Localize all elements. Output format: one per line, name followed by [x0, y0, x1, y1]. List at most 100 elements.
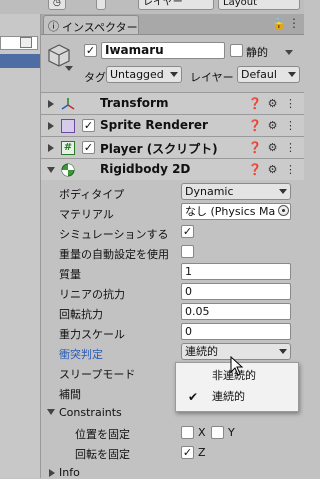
- layers-dropdown[interactable]: レイヤー: [138, 0, 214, 10]
- more-options-icon[interactable]: ⋮: [284, 163, 297, 176]
- object-picker-icon[interactable]: [278, 205, 289, 216]
- more-options-icon[interactable]: ⋮: [284, 141, 297, 154]
- tag-dropdown-value: Untagged: [110, 68, 164, 81]
- info-foldout-label: Info: [59, 466, 80, 479]
- freeze-position-x-checkbox[interactable]: [181, 426, 194, 439]
- body-type-dropdown[interactable]: Dynamic: [181, 183, 291, 200]
- tab-inspector[interactable]: ⓘ インスペクター: [43, 15, 139, 34]
- simulated-label: シミュレーションする: [59, 228, 169, 241]
- gravity-scale-value: 0: [185, 325, 192, 338]
- tag-dropdown[interactable]: Untagged: [106, 66, 182, 83]
- more-options-icon[interactable]: ⋮: [288, 16, 300, 30]
- more-options-icon[interactable]: ⋮: [284, 97, 297, 110]
- chevron-down-icon: [288, 72, 296, 77]
- info-icon: ⓘ: [48, 20, 59, 33]
- layer-dropdown[interactable]: Defaul: [237, 66, 300, 83]
- presets-icon[interactable]: ⚙: [266, 97, 279, 110]
- auto-mass-checkbox[interactable]: [181, 245, 194, 258]
- expand-arrow-icon[interactable]: [48, 144, 54, 152]
- help-icon[interactable]: ❓: [248, 141, 262, 154]
- sleep-mode-label: スリープモード: [59, 368, 136, 381]
- script-icon: #: [61, 141, 75, 155]
- material-object-field[interactable]: なし (Physics Ma: [181, 203, 291, 220]
- presets-icon[interactable]: ⚙: [266, 141, 279, 154]
- body-type-value: Dynamic: [185, 185, 234, 198]
- component-title: Transform: [100, 96, 169, 110]
- tag-label: タグ: [84, 71, 106, 84]
- lock-icon[interactable]: 🔒: [272, 17, 286, 30]
- component-player-script-header[interactable]: # ✓ Player (スクリプト) ❓ ⚙ ⋮: [41, 136, 304, 158]
- collision-detection-value: 連続的: [185, 345, 218, 358]
- object-name-field[interactable]: Iwamaru: [101, 42, 225, 59]
- collapse-arrow-icon[interactable]: [47, 167, 55, 173]
- interpolate-label: 補間: [59, 388, 81, 401]
- component-header-icons: ❓ ⚙ ⋮: [248, 163, 298, 177]
- component-transform-header[interactable]: Transform ❓ ⚙ ⋮: [41, 92, 304, 114]
- info-expand-arrow-icon[interactable]: [49, 469, 55, 477]
- hierarchy-selected-row[interactable]: [0, 54, 40, 68]
- angular-drag-value: 0.05: [185, 305, 210, 318]
- angular-drag-field[interactable]: 0.05: [181, 303, 291, 320]
- material-value: なし (Physics Ma: [185, 205, 276, 218]
- object-name-value: Iwamaru: [105, 43, 164, 57]
- simulated-checkbox[interactable]: ✓: [181, 225, 194, 238]
- popup-option-label: 連続的: [212, 390, 245, 403]
- material-label: マテリアル: [59, 208, 114, 221]
- hierarchy-search-field[interactable]: [0, 36, 38, 50]
- presets-icon[interactable]: ⚙: [266, 163, 279, 176]
- chevron-down-icon: [170, 72, 178, 77]
- selected-check-icon: ✔: [188, 390, 199, 404]
- freeze-rotation-label: 回転を固定: [75, 448, 130, 461]
- layout-dropdown[interactable]: Layout: [218, 0, 300, 10]
- rigidbody-icon: [61, 163, 75, 177]
- presets-icon[interactable]: ⚙: [266, 119, 279, 132]
- more-options-icon[interactable]: ⋮: [284, 119, 297, 132]
- check-icon: ✓: [83, 119, 94, 132]
- freeze-position-y-checkbox[interactable]: [211, 426, 224, 439]
- gameobject-cube-icon: [47, 43, 71, 67]
- static-dropdown-arrow-icon[interactable]: [285, 50, 293, 55]
- freeze-rotation-z-checkbox[interactable]: ✓: [181, 446, 194, 459]
- active-check-icon: ✓: [85, 44, 96, 57]
- freeze-position-x-label: X: [198, 426, 206, 439]
- help-icon[interactable]: ❓: [248, 97, 262, 110]
- history-icon[interactable]: ◷: [48, 0, 66, 10]
- help-icon[interactable]: ❓: [248, 163, 262, 176]
- top-toolbar: ◷ レイヤー Layout: [0, 0, 304, 14]
- layout-dropdown-label: Layout: [223, 0, 257, 8]
- help-icon[interactable]: ❓: [248, 119, 262, 132]
- auto-mass-label: 重量の自動設定を使用: [59, 248, 169, 261]
- left-pane: [0, 14, 41, 478]
- chevron-down-icon: [279, 189, 287, 194]
- component-sprite-renderer-header[interactable]: ✓ Sprite Renderer ❓ ⚙ ⋮: [41, 114, 304, 136]
- expand-arrow-icon[interactable]: [48, 100, 54, 108]
- static-label: 静的: [246, 46, 268, 59]
- freeze-rotation-z-label: Z: [198, 446, 206, 459]
- gravity-scale-field[interactable]: 0: [181, 323, 291, 340]
- sprite-renderer-enabled-checkbox[interactable]: ✓: [82, 119, 95, 132]
- mass-label: 質量: [59, 268, 81, 281]
- angular-drag-label: 回転抗力: [59, 308, 103, 321]
- popup-option-continuous[interactable]: ✔ 連続的: [176, 387, 298, 407]
- linear-drag-value: 0: [185, 285, 192, 298]
- linear-drag-field[interactable]: 0: [181, 283, 291, 300]
- check-icon: ✓: [182, 225, 193, 238]
- icon-picker-arrow-icon[interactable]: [65, 66, 73, 71]
- constraints-label: Constraints: [59, 406, 122, 419]
- transform-axes-icon: [61, 97, 75, 111]
- check-icon: ✓: [83, 141, 94, 154]
- static-checkbox[interactable]: [230, 44, 243, 57]
- player-enabled-checkbox[interactable]: ✓: [82, 141, 95, 154]
- constraints-collapse-arrow-icon[interactable]: [47, 409, 55, 415]
- linear-drag-label: リニアの抗力: [59, 288, 125, 301]
- mass-value: 1: [185, 265, 192, 278]
- search-options-icon[interactable]: [20, 37, 32, 48]
- layer-dropdown-value: Defaul: [241, 68, 277, 81]
- mass-field[interactable]: 1: [181, 263, 291, 280]
- active-checkbox[interactable]: ✓: [84, 44, 97, 57]
- expand-arrow-icon[interactable]: [48, 122, 54, 130]
- tab-inspector-label: インスペクター: [62, 21, 138, 34]
- component-rigidbody2d-header[interactable]: Rigidbody 2D ❓ ⚙ ⋮: [41, 158, 304, 180]
- component-title: Sprite Renderer: [100, 118, 208, 132]
- freeze-position-label: 位置を固定: [75, 428, 130, 441]
